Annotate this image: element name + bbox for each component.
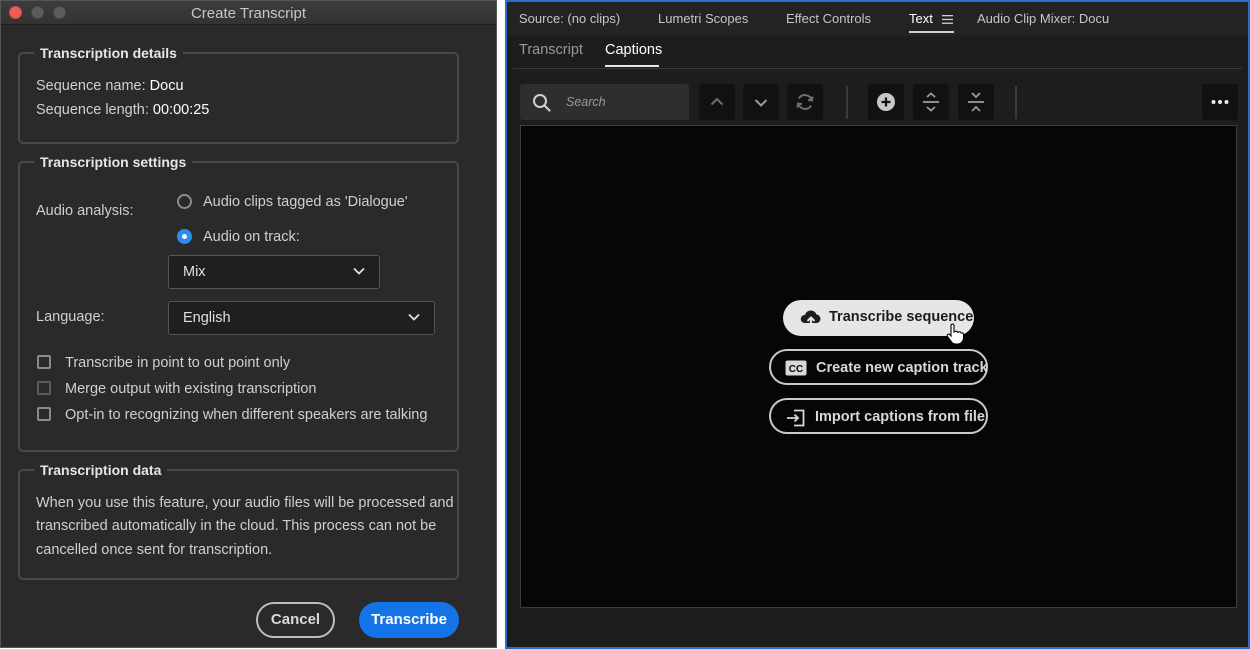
chevron-down-icon <box>408 313 420 321</box>
sequence-name-value: Docu <box>149 78 184 94</box>
transcription-data-legend: Transcription data <box>40 462 162 478</box>
tab-audio-clip-mixer[interactable]: Audio Clip Mixer: Docu <box>977 11 1109 26</box>
more-options-button[interactable] <box>1202 84 1238 120</box>
sequence-name-label: Sequence name: <box>36 78 146 94</box>
sequence-name-row: Sequence name: Docu <box>36 78 184 94</box>
toolbar-separator <box>1015 86 1017 119</box>
create-caption-track-label: Create new caption track <box>816 360 988 376</box>
checkbox-merge-output[interactable] <box>37 381 51 395</box>
radio-dialogue[interactable] <box>177 194 192 209</box>
next-button[interactable] <box>743 84 779 120</box>
data-notice-line-2: transcribed automatically in the cloud. … <box>36 518 437 534</box>
tab-effect-controls[interactable]: Effect Controls <box>786 11 871 26</box>
language-label: Language: <box>36 309 105 325</box>
active-tab-underline <box>909 31 954 33</box>
audio-track-select-value: Mix <box>183 264 206 280</box>
create-caption-track-button[interactable]: CC Create new caption track <box>769 349 988 385</box>
more-icon <box>1211 100 1229 104</box>
checkbox-in-out-only[interactable] <box>37 355 51 369</box>
add-caption-button[interactable] <box>868 84 904 120</box>
data-notice-line-3: cancelled once sent for transcription. <box>36 542 273 558</box>
dialog-title-bar[interactable]: Create Transcript <box>1 1 496 25</box>
subtab-divider <box>513 68 1242 69</box>
transcription-details-group: Transcription details <box>18 45 459 144</box>
tab-text[interactable]: Text <box>909 11 933 26</box>
previous-button[interactable] <box>699 84 735 120</box>
audio-analysis-label: Audio analysis: <box>36 203 134 219</box>
import-file-icon <box>787 409 805 427</box>
refresh-icon <box>796 94 814 110</box>
subtab-transcript[interactable]: Transcript <box>519 42 583 58</box>
cc-badge-text: CC <box>789 364 803 375</box>
chevron-down-icon <box>353 267 365 275</box>
checkbox-speakers-label[interactable]: Opt-in to recognizing when different spe… <box>65 407 427 423</box>
transcription-details-legend: Transcription details <box>40 45 177 61</box>
refresh-button[interactable] <box>787 84 823 120</box>
merge-captions-button[interactable] <box>958 84 994 120</box>
dialog-title: Create Transcript <box>190 5 307 22</box>
closed-captions-icon: CC <box>785 360 807 376</box>
checkbox-merge-output-label[interactable]: Merge output with existing transcription <box>65 381 316 397</box>
import-captions-button[interactable]: Import captions from file <box>769 398 988 434</box>
split-caption-button[interactable] <box>913 84 949 120</box>
data-notice-line-1: When you use this feature, your audio fi… <box>36 495 454 511</box>
import-captions-label: Import captions from file <box>815 409 985 425</box>
audio-track-select[interactable]: Mix <box>168 255 380 289</box>
active-subtab-underline <box>605 65 659 67</box>
sequence-length-label: Sequence length: <box>36 102 149 118</box>
language-select[interactable]: English <box>168 301 435 335</box>
text-panel: Source: (no clips) Lumetri Scopes Effect… <box>505 0 1250 649</box>
checkbox-speakers[interactable] <box>37 407 51 421</box>
radio-audio-on-track-label[interactable]: Audio on track: <box>203 229 300 245</box>
transcription-settings-legend: Transcription settings <box>40 154 187 170</box>
cloud-upload-icon <box>800 310 821 327</box>
tab-lumetri-scopes[interactable]: Lumetri Scopes <box>658 11 748 26</box>
merge-icon <box>968 92 984 112</box>
sequence-length-value: 00:00:25 <box>152 102 210 118</box>
cancel-button[interactable]: Cancel <box>256 602 335 638</box>
chevron-down-icon <box>754 99 768 107</box>
toolbar-separator <box>846 86 848 119</box>
radio-audio-on-track[interactable] <box>177 229 192 244</box>
search-box[interactable] <box>520 84 689 120</box>
create-transcript-dialog: Create Transcript Transcription details … <box>0 0 497 648</box>
search-input[interactable] <box>566 93 676 111</box>
panel-menu-icon[interactable] <box>942 15 953 24</box>
panel-tab-bar: Source: (no clips) Lumetri Scopes Effect… <box>507 2 1248 36</box>
transcribe-button[interactable]: Transcribe <box>359 602 459 638</box>
language-select-value: English <box>183 310 231 326</box>
subtab-captions[interactable]: Captions <box>605 42 662 58</box>
add-circle-icon <box>877 93 895 111</box>
radio-dialogue-label[interactable]: Audio clips tagged as 'Dialogue' <box>203 194 408 210</box>
sequence-length-row: Sequence length: 00:00:25 <box>36 102 209 118</box>
search-icon <box>533 94 551 112</box>
split-icon <box>923 92 939 112</box>
hand-pointer-cursor-icon <box>946 323 964 345</box>
chevron-up-icon <box>710 97 724 106</box>
tab-source[interactable]: Source: (no clips) <box>519 11 620 26</box>
checkbox-in-out-only-label[interactable]: Transcribe in point to out point only <box>65 355 290 371</box>
